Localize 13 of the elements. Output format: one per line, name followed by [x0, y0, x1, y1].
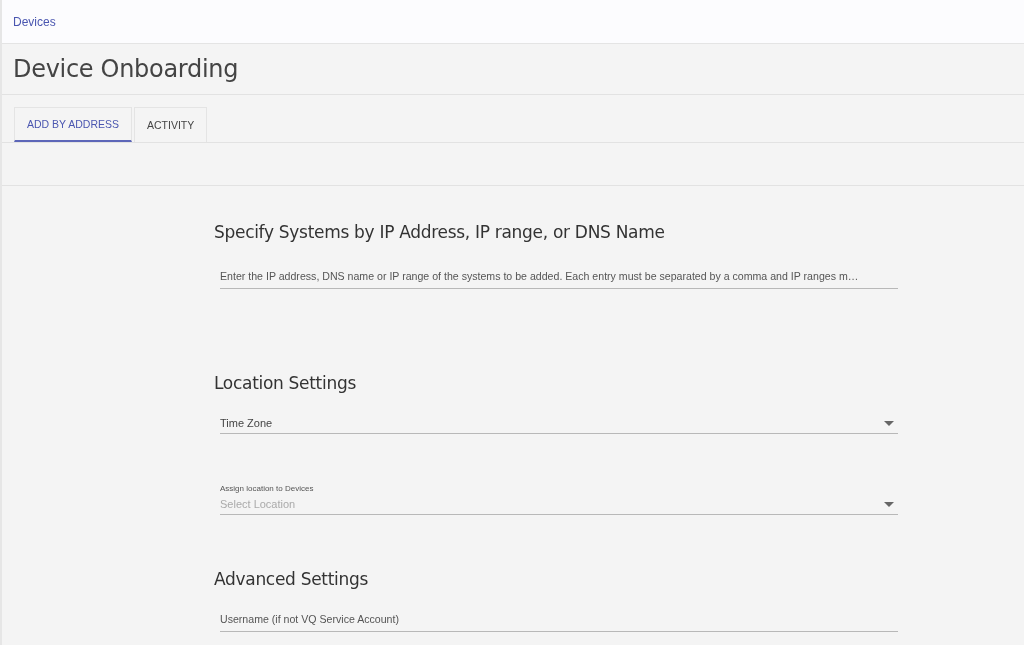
input-field[interactable]: Username (if not VQ Service Account)	[220, 613, 898, 632]
section-heading: Specify Systems by IP Address, IP range, or DNS Name	[214, 222, 666, 242]
tab[interactable]: ACTIVITY	[134, 107, 208, 142]
page-title: Device Onboarding	[13, 55, 239, 83]
select-field[interactable]: Assign location to Devices Select Location	[220, 484, 898, 515]
breadcrumb-link[interactable]: Devices	[13, 14, 56, 29]
input-field[interactable]: Enter the IP address, DNS name or IP range of the systems to be added. Each entry must be separated by a comma and IP ranges m…	[220, 270, 898, 289]
tab[interactable]: ADD BY ADDRESS	[14, 107, 132, 142]
caret-icon	[884, 501, 894, 507]
caret-icon	[884, 420, 894, 426]
select-field[interactable]: Time Zone	[220, 417, 898, 434]
section-heading: Advanced Settings	[214, 569, 369, 589]
section-heading: Location Settings	[214, 373, 357, 393]
